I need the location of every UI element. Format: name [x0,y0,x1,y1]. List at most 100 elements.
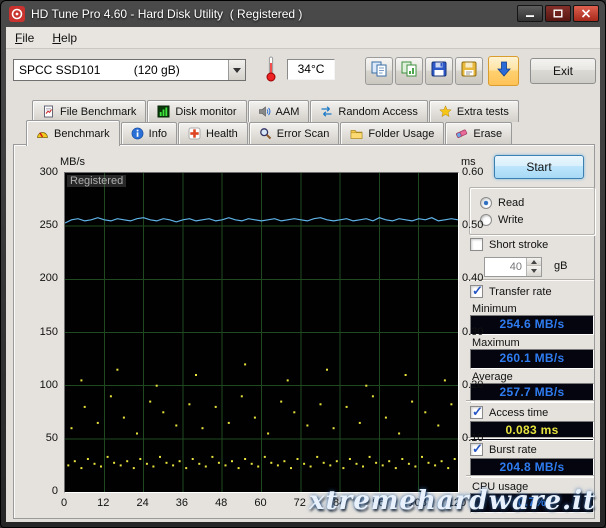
temperature-display: 34°C [287,59,335,80]
aam-icon [258,105,271,118]
maximize-button[interactable] [545,5,571,22]
tab-label: Folder Usage [368,128,434,140]
transfer-rate-label: Transfer rate [489,286,552,298]
menu-file[interactable]: File [6,28,43,48]
tab-label: Benchmark [54,128,110,140]
close-button[interactable] [573,5,599,22]
save-image-button[interactable] [425,57,453,85]
exit-button[interactable]: Exit [530,58,596,84]
benchmark-panel: MB/s ms gB Registered Start Read Write S [13,144,595,519]
tab-label: Erase [473,128,502,140]
tab-health[interactable]: Health [178,122,248,144]
radio-dot [480,197,492,209]
axis-tick-label: 100 [14,379,58,391]
minimize-button[interactable] [517,5,543,22]
error-scan-icon [259,127,272,140]
burst-rate-label: Burst rate [489,444,537,456]
drive-select-value: SPCC SSD101 (120 gB) [14,60,228,80]
axis-tick-label: 48 [203,497,239,509]
axis-tick-label: 12 [85,497,121,509]
tab-label: Error Scan [277,128,330,140]
separator [466,437,594,439]
tab-info[interactable]: Info [121,122,177,144]
minimum-label: Minimum [472,303,517,315]
tab-error-scan[interactable]: Error Scan [249,122,340,144]
tab-label: File Benchmark [60,106,136,118]
benchmark-icon [36,127,49,140]
separator [466,279,594,281]
save-text-button[interactable] [455,57,483,85]
tab-label: Extra tests [457,106,509,118]
axis-tick-label: 36 [164,497,200,509]
tab-erase[interactable]: Erase [445,122,512,144]
titlebar[interactable]: HD Tune Pro 4.60 - Hard Disk Utility ( R… [1,1,605,27]
burst-rate-checkbox[interactable]: Burst rate [470,443,537,456]
site-watermark: xtremehardware.it [309,486,596,516]
tab-benchmark[interactable]: Benchmark [26,120,120,146]
tab-label: Disk monitor [175,106,236,118]
random-access-icon [320,105,333,118]
short-stroke-unit-label: gB [554,260,567,272]
write-radio[interactable]: Write [480,211,594,228]
checkbox-box [470,238,483,251]
start-button[interactable]: Start [494,155,584,179]
axis-tick-label: 0.40 [462,272,483,284]
separator [466,400,594,402]
access-time-checkbox[interactable]: Access time [470,406,548,419]
tab-file-benchmark[interactable]: File Benchmark [32,100,146,122]
tab-label: Random Access [338,106,417,118]
maximum-value: 260.1 MB/s [470,349,594,369]
axis-tick-label: 0.60 [462,166,483,178]
tab-disk-monitor[interactable]: Disk monitor [147,100,246,122]
copy-chart-icon [400,60,418,83]
tab-folder-usage[interactable]: Folder Usage [340,122,444,144]
app-icon [9,6,25,22]
axis-tick-label: 60 [243,497,279,509]
tab-random-access[interactable]: Random Access [310,100,427,122]
client-area: FileHelp SPCC SSD101 (120 gB) 34°C Exit … [6,27,600,522]
copy-pages-icon [370,60,388,83]
axis-tick-label: 200 [14,272,58,284]
copy-text-button[interactable] [395,57,423,85]
tab-label: Info [149,128,167,140]
access-time-label: Access time [489,407,548,419]
short-stroke-spinner[interactable]: 40 [484,257,542,277]
read-radio[interactable]: Read [480,194,594,211]
erase-icon [455,127,468,140]
minimum-value: 254.6 MB/s [470,315,594,335]
axis-tick-label: 0.10 [462,432,483,444]
copy-image-button[interactable] [365,57,393,85]
spinner-down-button[interactable] [527,266,541,276]
short-stroke-checkbox[interactable]: Short stroke [470,238,548,251]
update-button[interactable] [488,56,519,86]
tab-aam[interactable]: AAM [248,100,310,122]
separator [466,475,594,477]
window-title: HD Tune Pro 4.60 - Hard Disk Utility ( R… [31,7,302,21]
checkbox-box [470,443,483,456]
axis-tick-label: 0.50 [462,219,483,231]
y-left-unit-label: MB/s [60,156,85,168]
spinner-value: 40 [485,258,526,276]
disk-monitor-icon [157,105,170,118]
read-radio-label: Read [498,197,524,209]
floppy-disk-icon [430,60,448,83]
axis-tick-label: 0.20 [462,379,483,391]
menu-help[interactable]: Help [43,28,86,48]
axis-tick-label: 0 [46,497,82,509]
short-stroke-label: Short stroke [489,239,548,251]
transfer-rate-checkbox[interactable]: Transfer rate [470,285,552,298]
folder-usage-icon [350,127,363,140]
thermometer-icon [265,56,277,83]
drive-select[interactable]: SPCC SSD101 (120 gB) [13,59,246,81]
tab-label: AAM [276,106,300,118]
axis-tick-label: 300 [14,166,58,178]
axis-tick-label: 150 [14,326,58,338]
chevron-down-icon[interactable] [228,60,245,80]
registered-watermark: Registered [67,175,126,187]
spinner-up-button[interactable] [527,258,541,266]
maximum-label: Maximum [472,337,520,349]
down-arrow-icon [495,60,513,83]
checkbox-box [470,285,483,298]
file-benchmark-icon [42,105,55,118]
tab-extra-tests[interactable]: Extra tests [429,100,519,122]
